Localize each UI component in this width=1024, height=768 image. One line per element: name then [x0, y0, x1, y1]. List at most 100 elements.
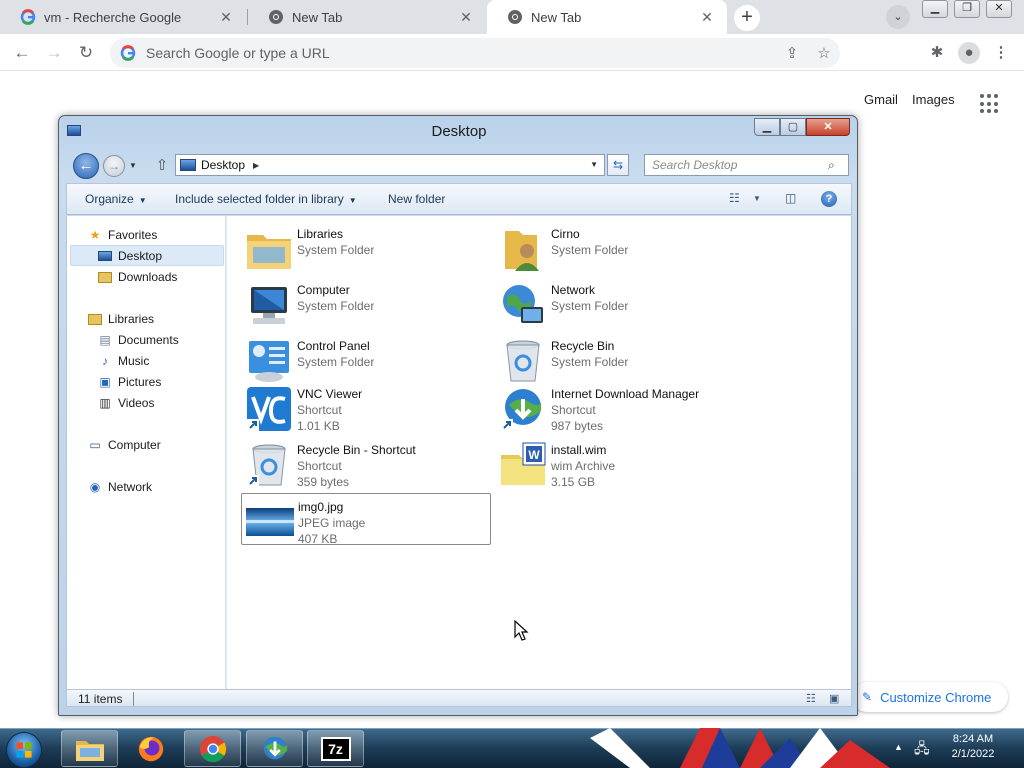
google-apps-icon[interactable] [980, 94, 1000, 114]
forward-arrow-icon[interactable]: → [42, 41, 66, 65]
windows-logo-icon [16, 742, 32, 758]
show-hidden-icons[interactable]: ▲ [894, 742, 903, 752]
item-recycle-bin[interactable]: Recycle Bin System Folder [495, 333, 745, 385]
desktop-icon [97, 248, 113, 264]
item-computer[interactable]: Computer System Folder [241, 277, 491, 329]
libraries-icon [87, 311, 103, 327]
close-button[interactable]: ✕ [806, 118, 850, 136]
new-folder-button[interactable]: New folder [388, 192, 445, 206]
customize-chrome-button[interactable]: ✎ Customize Chrome [852, 682, 1008, 712]
nav-pictures[interactable]: ▣ Pictures [97, 372, 161, 392]
tab-title: New Tab [531, 9, 582, 25]
details-view-icon[interactable]: ☷ [806, 692, 816, 705]
nav-videos[interactable]: ▥ Videos [97, 393, 154, 413]
chrome-icon [269, 10, 283, 24]
taskbar-firefox[interactable] [122, 730, 179, 767]
view-options-icon[interactable]: ☷ [729, 191, 740, 205]
item-cirno[interactable]: Cirno System Folder [495, 221, 745, 273]
item-type: System Folder [551, 355, 629, 369]
nav-desktop[interactable]: Desktop [97, 246, 162, 266]
item-recycle-bin-shortcut[interactable]: Recycle Bin - Shortcut Shortcut 359 byte… [241, 437, 491, 489]
close-icon[interactable]: ✕ [699, 9, 715, 26]
item-libraries[interactable]: Libraries System Folder [241, 221, 491, 273]
taskbar-7zip[interactable]: 7z [307, 730, 364, 767]
tab-search-button[interactable]: ⌄ [886, 5, 910, 29]
network-tray-icon[interactable]: 🖧 [914, 738, 930, 762]
organize-button[interactable]: Organize ▼ [85, 192, 147, 206]
restore-button[interactable]: ❐ [954, 0, 980, 18]
omnibox-placeholder: Search Google or type a URL [146, 45, 330, 61]
preview-pane-icon[interactable]: ◫ [785, 191, 796, 205]
address-crumb[interactable]: Desktop [201, 158, 245, 172]
nav-network[interactable]: ◉ Network [87, 477, 152, 497]
nav-label: Pictures [118, 375, 162, 389]
nav-favorites[interactable]: ★ Favorites [87, 225, 158, 245]
search-placeholder: Search Desktop [652, 158, 738, 172]
item-type: Shortcut [297, 403, 342, 417]
taskbar-idm[interactable] [246, 730, 303, 767]
maximize-button[interactable]: ▢ [780, 118, 806, 136]
svg-text:W: W [528, 448, 540, 462]
up-arrow-icon[interactable]: ⇧ [153, 156, 171, 174]
minimize-button[interactable]: ▁ [922, 0, 948, 18]
omnibox[interactable]: Search Google or type a URL ⇪ ☆ [110, 38, 840, 68]
clock[interactable]: 8:24 AM 2/1/2022 [938, 732, 1008, 762]
item-type: System Folder [551, 299, 629, 313]
file-list: Libraries System Folder Cirno System Fol… [227, 216, 852, 689]
reload-icon[interactable]: ↻ [74, 41, 98, 65]
profile-avatar-icon[interactable]: ● [958, 42, 980, 64]
nav-downloads[interactable]: Downloads [97, 267, 177, 287]
item-network[interactable]: Network System Folder [495, 277, 745, 329]
forward-arrow-icon[interactable]: → [103, 155, 125, 177]
close-icon[interactable]: ✕ [458, 9, 474, 26]
nav-documents[interactable]: ▤ Documents [97, 330, 178, 350]
start-button[interactable] [6, 732, 42, 768]
item-name: Libraries [297, 227, 344, 241]
extensions-icon[interactable]: ✱ [926, 42, 948, 64]
refresh-icon[interactable]: ⇆ [607, 154, 629, 176]
include-in-library-button[interactable]: Include selected folder in library ▼ [175, 192, 357, 206]
back-arrow-icon[interactable]: ← [73, 153, 99, 179]
item-control-panel[interactable]: Control Panel System Folder [241, 333, 491, 385]
chevron-down-icon[interactable]: ▼ [753, 194, 761, 203]
nav-music[interactable]: ♪ Music [97, 351, 149, 371]
item-type: System Folder [297, 243, 375, 257]
large-icons-view-icon[interactable]: ▣ [829, 692, 839, 705]
minimize-button[interactable]: ▁ [754, 118, 780, 136]
item-type: System Folder [297, 355, 375, 369]
navigation-pane: ★ Favorites Desktop Downloads Libraries … [66, 216, 225, 689]
tab-recherche[interactable]: vm - Recherche Google ✕ [0, 0, 246, 34]
search-box[interactable]: Search Desktop ⌕ [644, 154, 849, 176]
nav-label: Libraries [108, 312, 155, 326]
chevron-right-icon[interactable]: ▶ [253, 161, 259, 170]
share-icon[interactable]: ⇪ [776, 44, 808, 62]
search-icon[interactable]: ⌕ [828, 158, 848, 173]
taskbar-explorer[interactable] [61, 730, 118, 767]
item-vnc-viewer[interactable]: VNC Viewer Shortcut 1.01 KB [241, 381, 491, 433]
bookmark-star-icon[interactable]: ☆ [808, 44, 840, 62]
tab-new-tab-active[interactable]: New Tab ✕ [487, 0, 727, 34]
close-button[interactable]: ✕ [986, 0, 1012, 18]
help-icon[interactable]: ? [821, 191, 837, 207]
item-img0-jpg[interactable]: img0.jpg JPEG image 407 KB [241, 493, 491, 546]
item-internet-download-manager[interactable]: Internet Download Manager Shortcut 987 b… [495, 381, 745, 433]
gmail-link[interactable]: Gmail [864, 92, 898, 107]
explorer-window: Desktop ▁ ▢ ✕ ← → ▼ ⇧ Desktop ▶ ▼ ⇆ Sear… [58, 115, 858, 716]
tab-new-tab[interactable]: New Tab ✕ [248, 0, 486, 34]
tab-title: vm - Recherche Google [44, 9, 182, 25]
close-icon[interactable]: ✕ [218, 9, 234, 26]
item-name: img0.jpg [298, 500, 344, 514]
nav-libraries[interactable]: Libraries [87, 309, 154, 329]
menu-dots-icon[interactable]: ⋮ [990, 42, 1012, 64]
new-tab-button[interactable]: + [734, 5, 760, 31]
back-arrow-icon[interactable]: ← [10, 41, 34, 65]
taskbar-chrome[interactable] [184, 730, 241, 767]
pencil-icon: ✎ [862, 690, 873, 704]
nav-computer[interactable]: ▭ Computer [87, 435, 160, 455]
chevron-down-icon[interactable]: ▼ [590, 160, 598, 169]
item-install-wim[interactable]: W install.wim wim Archive 3.15 GB [495, 437, 745, 489]
images-link[interactable]: Images [912, 92, 955, 107]
address-bar[interactable]: Desktop ▶ ▼ [175, 154, 605, 176]
user-folder-icon [505, 231, 539, 271]
history-dropdown-icon[interactable]: ▼ [129, 161, 137, 170]
